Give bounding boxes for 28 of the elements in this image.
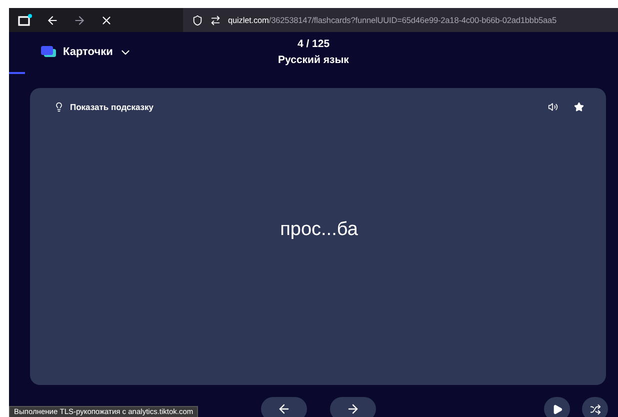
- card-term: прос...ба: [280, 219, 358, 241]
- shuffle-icon: [590, 404, 600, 414]
- play-button[interactable]: [544, 397, 570, 417]
- back-icon[interactable]: [46, 14, 59, 26]
- shield-icon[interactable]: [192, 14, 203, 26]
- tab-indicator: [9, 72, 25, 74]
- arrow-right-icon: [346, 402, 360, 416]
- permissions-icon[interactable]: [210, 14, 221, 26]
- forward-icon[interactable]: [73, 14, 86, 26]
- mode-dropdown[interactable]: Карточки: [41, 46, 132, 58]
- next-button[interactable]: [330, 397, 376, 417]
- close-icon[interactable]: [100, 14, 113, 26]
- shuffle-button[interactable]: [582, 397, 608, 417]
- play-icon: [552, 404, 562, 414]
- star-icon: [574, 102, 584, 112]
- url-text: quizlet.com/362538147/flashcards?funnelUUID=65d46e99-2a18-4c00-b66b-02ad1bbb5aa5: [228, 15, 557, 25]
- address-bar[interactable]: quizlet.com/362538147/flashcards?funnelUUID=65d46e99-2a18-4c00-b66b-02ad1bbb5aa5: [183, 8, 618, 32]
- tab-icon[interactable]: [18, 14, 32, 26]
- lightbulb-icon: [54, 102, 64, 112]
- set-title: Русский язык: [278, 54, 349, 66]
- hint-button[interactable]: Показать подсказку: [54, 102, 154, 112]
- speaker-icon: [548, 102, 558, 112]
- previous-button[interactable]: [261, 397, 307, 417]
- audio-button[interactable]: [548, 102, 558, 112]
- flashcard[interactable]: Показать подсказку прос...ба: [30, 88, 606, 385]
- progress-counter: 4 / 125: [297, 38, 330, 50]
- star-button[interactable]: [574, 102, 584, 112]
- cards-icon: [41, 46, 57, 58]
